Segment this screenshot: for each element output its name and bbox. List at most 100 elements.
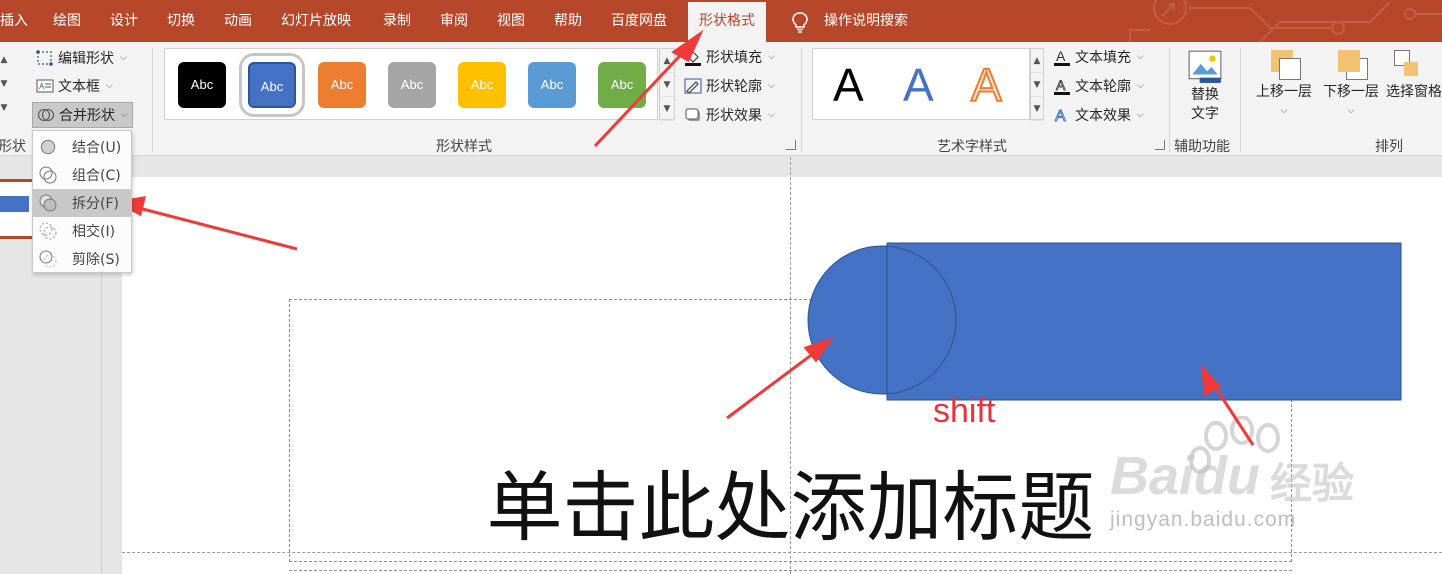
shape-outline-label: 形状轮廓	[706, 79, 762, 95]
shape-style-light-blue[interactable]: Abc	[528, 62, 576, 108]
pencil-icon	[684, 78, 702, 94]
text-fill-label: 文本填充	[1075, 50, 1131, 66]
scroll-down-icon[interactable]: ▼	[0, 72, 12, 96]
tab-draw[interactable]: 绘图	[53, 0, 81, 42]
merge-shapes-button[interactable]: 合并形状 ⌵	[32, 102, 133, 128]
menu-item-union[interactable]: 结合(U)	[33, 133, 131, 161]
group-label-accessibility: 辅助功能	[1174, 139, 1230, 155]
tab-shape-format[interactable]: 形状格式	[688, 2, 766, 42]
ribbon: ▲ ▼ ▼ 编辑形状 ⌵ A 文本框 ⌵ 合并形状 ⌵ 形状 Abc Abc A…	[0, 42, 1442, 156]
scroll-up-icon[interactable]: ▲	[660, 49, 674, 73]
wordart-style-orange-outline[interactable]: A	[970, 58, 1003, 112]
wordart-launcher-icon[interactable]	[1155, 140, 1165, 150]
shape-fill-button[interactable]: 形状填充 ⌵	[684, 46, 775, 68]
group-label-shapes: 形状	[0, 139, 26, 155]
wordart-gallery: A A A	[812, 48, 1030, 120]
text-outline-icon: A	[1054, 77, 1070, 95]
send-backward-button[interactable]: 下移一层 ⌵	[1319, 48, 1383, 121]
bring-forward-button[interactable]: 上移一层 ⌵	[1252, 48, 1316, 121]
shape-style-blue-selected[interactable]: Abc	[239, 53, 305, 117]
menu-item-intersect[interactable]: 相交(I)	[33, 217, 131, 245]
send-backward-icon	[1334, 48, 1368, 80]
chevron-down-icon: ⌵	[106, 81, 113, 91]
group-label-wordart: 艺术字样式	[937, 139, 1007, 155]
menu-item-subtract[interactable]: 剪除(S)	[33, 245, 131, 273]
ribbon-tab-bar: 插入 绘图 设计 切换 动画 幻灯片放映 录制 审阅 视图 帮助 百度网盘 形状…	[0, 0, 1442, 42]
alt-text-label-line1: 替换	[1191, 87, 1219, 103]
shape-style-green[interactable]: Abc	[598, 62, 646, 108]
shapes-gallery-scroll[interactable]: ▲ ▼ ▼	[0, 48, 12, 120]
menu-item-combine-label: 组合(C)	[72, 168, 121, 184]
tab-view[interactable]: 视图	[497, 0, 525, 42]
chevron-down-icon: ⌵	[1137, 81, 1144, 91]
shift-annotation: shift	[933, 392, 996, 430]
tab-slideshow[interactable]: 幻灯片放映	[281, 0, 351, 42]
text-fill-icon: A	[1054, 48, 1070, 66]
tab-help[interactable]: 帮助	[554, 0, 582, 42]
shape-styles-launcher-icon[interactable]	[786, 140, 796, 150]
group-label-shape-styles: 形状样式	[436, 139, 492, 155]
shape-effects-icon	[685, 108, 700, 121]
group-separator	[801, 48, 802, 152]
wordart-style-black[interactable]: A	[833, 59, 864, 111]
shape-style-gold[interactable]: Abc	[458, 62, 506, 108]
text-outline-button[interactable]: A 文本轮廓 ⌵	[1053, 75, 1144, 97]
tell-me-search[interactable]: 操作说明搜索	[824, 0, 908, 42]
menu-item-fragment-label: 拆分(F)	[72, 196, 119, 212]
expand-gallery-icon[interactable]: ▼	[1031, 97, 1043, 121]
shape-style-gray[interactable]: Abc	[388, 62, 436, 108]
menu-item-subtract-label: 剪除(S)	[72, 252, 120, 268]
menu-item-combine[interactable]: 组合(C)	[33, 161, 131, 189]
text-effects-icon: A	[1055, 108, 1067, 125]
shape-style-black[interactable]: Abc	[178, 62, 226, 108]
tab-transitions[interactable]: 切换	[167, 0, 195, 42]
group-label-arrange: 排列	[1375, 139, 1403, 155]
edit-shape-button[interactable]: 编辑形状 ⌵	[36, 47, 127, 69]
rectangle-shape[interactable]	[886, 242, 1402, 401]
menu-item-intersect-label: 相交(I)	[72, 224, 116, 240]
chevron-down-icon: ⌵	[1137, 110, 1144, 120]
shape-effects-button[interactable]: 形状效果 ⌵	[684, 104, 775, 126]
svg-text:A: A	[1056, 48, 1066, 64]
scroll-up-icon[interactable]: ▲	[1031, 49, 1043, 73]
paint-bucket-icon	[685, 51, 701, 66]
shape-style-orange[interactable]: Abc	[318, 62, 366, 108]
tab-review[interactable]: 审阅	[440, 0, 468, 42]
shape-styles-scroll[interactable]: ▲ ▼ ▼	[659, 48, 675, 121]
text-effects-button[interactable]: A 文本效果 ⌵	[1053, 104, 1144, 126]
scroll-down-icon[interactable]: ▼	[660, 73, 674, 97]
tab-insert[interactable]: 插入	[0, 0, 28, 42]
tab-animations[interactable]: 动画	[224, 0, 252, 42]
shape-fill-label: 形状填充	[706, 50, 762, 66]
scroll-down-icon[interactable]: ▼	[1031, 73, 1043, 97]
svg-text:A: A	[39, 82, 45, 91]
wordart-style-blue[interactable]: A	[903, 59, 934, 111]
text-effects-label: 文本效果	[1075, 108, 1131, 124]
expand-gallery-icon[interactable]: ▼	[0, 96, 12, 120]
edit-shape-icon	[36, 50, 53, 66]
shape-outline-button[interactable]: 形状轮廓 ⌵	[684, 75, 775, 97]
merge-shapes-menu: 结合(U) 组合(C) 拆分(F) 相交(I) 剪除(S)	[32, 130, 132, 273]
alt-text-button[interactable]: 替换 文字	[1180, 48, 1230, 124]
selection-pane-button[interactable]: 选择窗格	[1386, 48, 1442, 102]
merge-shapes-icon	[37, 108, 55, 122]
circuit-decoration	[1129, 0, 1442, 42]
text-outline-label: 文本轮廓	[1075, 79, 1131, 95]
wordart-scroll[interactable]: ▲ ▼ ▼	[1030, 48, 1044, 121]
text-fill-button[interactable]: A 文本填充 ⌵	[1053, 46, 1144, 68]
tab-design[interactable]: 设计	[110, 0, 138, 42]
chevron-down-icon: ⌵	[1347, 106, 1355, 116]
subtitle-placeholder[interactable]	[289, 570, 1292, 574]
lightbulb-icon	[792, 12, 808, 33]
menu-item-fragment[interactable]: 拆分(F)	[33, 189, 131, 217]
intersect-icon	[39, 222, 57, 240]
scroll-up-icon[interactable]: ▲	[0, 48, 12, 72]
edit-shape-label: 编辑形状	[58, 51, 114, 67]
tab-record[interactable]: 录制	[383, 0, 411, 42]
tab-baidu-netdisk[interactable]: 百度网盘	[611, 0, 667, 42]
text-box-label: 文本框	[58, 79, 100, 95]
union-icon	[40, 139, 56, 155]
text-box-button[interactable]: A 文本框 ⌵	[36, 75, 113, 97]
expand-gallery-icon[interactable]: ▼	[660, 97, 674, 121]
chevron-down-icon: ⌵	[121, 110, 128, 120]
